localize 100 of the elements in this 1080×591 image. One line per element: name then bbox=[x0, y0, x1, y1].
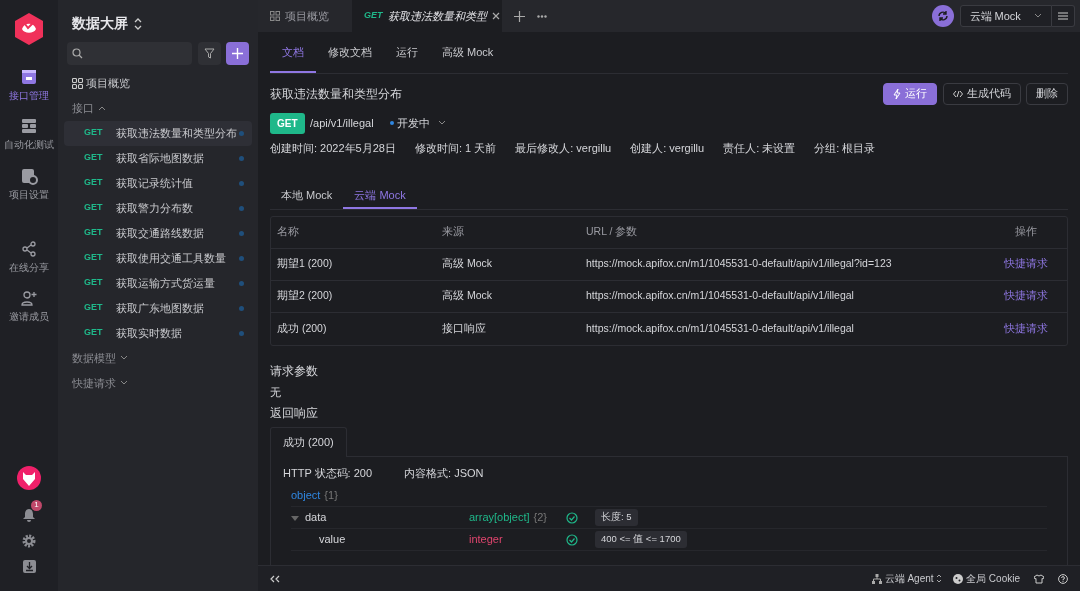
meta-info: 创建时间: 2022年5月28日 bbox=[270, 140, 396, 156]
add-button[interactable] bbox=[226, 42, 250, 65]
sync-icon[interactable] bbox=[932, 5, 954, 27]
method-label: GET bbox=[83, 301, 104, 315]
doc-tab[interactable]: 高级 Mock bbox=[430, 32, 506, 73]
generate-code-button[interactable]: 生成代码 bbox=[942, 82, 1021, 105]
check-circle-icon bbox=[566, 533, 578, 546]
meta-info: 责任人: 未设置 bbox=[723, 140, 796, 156]
page-tab[interactable]: GET 获取违法数量和类型 bbox=[352, 0, 502, 32]
network-icon bbox=[871, 573, 882, 584]
endpoint-name: 获取违法数量和类型分布 bbox=[116, 125, 237, 141]
endpoint-name: 获取警力分布数 bbox=[116, 200, 193, 216]
status-dot bbox=[239, 305, 244, 311]
lightning-icon bbox=[893, 88, 901, 99]
response-tab[interactable]: 成功 (200) bbox=[270, 427, 347, 457]
endpoint-item[interactable]: GET 获取交通路线数据 bbox=[64, 220, 252, 246]
section-heading: 请求参数 bbox=[270, 362, 319, 380]
params-value: 无 bbox=[270, 384, 282, 400]
delete-button[interactable]: 删除 bbox=[1026, 82, 1068, 105]
rail-nav-item[interactable]: 邀请成员 bbox=[9, 289, 49, 325]
rail-nav-item[interactable]: 在线分享 bbox=[9, 239, 49, 275]
download-icon[interactable] bbox=[22, 560, 36, 573]
close-icon[interactable] bbox=[491, 12, 500, 20]
fox-logo-icon[interactable] bbox=[17, 465, 41, 490]
rail-nav-item[interactable]: 自动化测试 bbox=[4, 117, 54, 153]
endpoint-item[interactable]: GET 获取省际地图数据 bbox=[64, 145, 252, 171]
plus-icon[interactable] bbox=[514, 10, 525, 22]
column-header: 名称 bbox=[276, 224, 300, 240]
group-header[interactable]: 接口 bbox=[64, 95, 252, 121]
endpoint-item[interactable]: GET 获取警力分布数 bbox=[64, 195, 252, 221]
field-name: object bbox=[291, 488, 321, 504]
rail-nav-item[interactable]: 项目设置 bbox=[9, 166, 49, 202]
menu-button[interactable] bbox=[1051, 5, 1075, 27]
endpoint-item[interactable]: GET 获取使用交通工具数量 bbox=[64, 245, 252, 271]
content-type-text: 内容格式: JSON bbox=[404, 465, 484, 481]
share-icon bbox=[20, 239, 38, 258]
method-label: GET bbox=[83, 201, 104, 215]
endpoint-item[interactable]: GET 获取运输方式货运量 bbox=[64, 270, 252, 296]
endpoint-name: 获取使用交通工具数量 bbox=[116, 250, 226, 266]
grid-icon bbox=[72, 77, 83, 89]
bell-icon[interactable] bbox=[22, 507, 36, 522]
constraint-tag: 长度: 5 bbox=[595, 509, 638, 526]
notification-badge: 1 bbox=[31, 499, 42, 511]
search-icon bbox=[72, 48, 84, 59]
endpoint-item[interactable]: GET 获取记录统计值 bbox=[64, 170, 252, 196]
status-select[interactable]: 开发中 bbox=[390, 114, 446, 132]
endpoint-item[interactable]: GET 获取实时数据 bbox=[64, 320, 252, 346]
table-cell-text: 期望2 (200) bbox=[276, 288, 334, 304]
chevron-down-icon bbox=[120, 380, 128, 386]
column-header: 操作 bbox=[1013, 224, 1038, 240]
add-user-icon bbox=[20, 289, 38, 307]
column-header: URL / 参数 bbox=[586, 224, 639, 240]
run-button[interactable]: 运行 bbox=[883, 82, 937, 105]
help-icon[interactable] bbox=[1058, 573, 1068, 584]
rail-nav-item[interactable]: 接口管理 bbox=[9, 68, 49, 104]
doc-tab[interactable]: 修改文档 bbox=[316, 32, 384, 73]
table-cell-text: 成功 (200) bbox=[276, 320, 328, 336]
meta-info: 分组: 根目录 bbox=[814, 140, 876, 156]
updown-caret-icon bbox=[936, 574, 943, 583]
doc-tab[interactable]: 文档 bbox=[270, 32, 316, 73]
field-type: array[object] bbox=[469, 510, 530, 526]
caret-down-icon[interactable] bbox=[291, 513, 299, 522]
chevron-down-icon bbox=[437, 120, 446, 126]
page-tab[interactable]: 项目概览 bbox=[258, 0, 352, 32]
field-type: integer bbox=[469, 532, 503, 548]
quick-request-link[interactable]: 快捷请求 bbox=[1003, 321, 1048, 334]
api-page-icon bbox=[20, 68, 38, 86]
cookie-button[interactable]: 全局 Cookie bbox=[953, 571, 1020, 586]
group-header[interactable]: 快捷请求 bbox=[64, 370, 252, 396]
filter-button[interactable] bbox=[197, 42, 221, 65]
meta-info: 最后修改人: vergillu bbox=[515, 140, 612, 156]
mock-tab[interactable]: 云端 Mock bbox=[343, 184, 417, 209]
collapse-icon[interactable] bbox=[270, 574, 280, 583]
quick-request-link[interactable]: 快捷请求 bbox=[1003, 257, 1048, 270]
environment-select[interactable]: 云端 Mock bbox=[959, 5, 1052, 27]
overview-link[interactable]: 项目概览 bbox=[64, 70, 252, 96]
shirt-icon[interactable] bbox=[1034, 573, 1044, 584]
quick-request-link[interactable]: 快捷请求 bbox=[1003, 289, 1048, 302]
method-label: GET bbox=[83, 326, 104, 340]
column-header: 来源 bbox=[442, 224, 465, 240]
group-header[interactable]: 数据模型 bbox=[64, 345, 252, 371]
method-label: GET bbox=[83, 276, 104, 290]
search-field[interactable] bbox=[66, 42, 193, 65]
doc-tab[interactable]: 运行 bbox=[384, 32, 430, 73]
project-title: 数据大屏 bbox=[72, 14, 128, 33]
table-cell-text: 高级 Mock bbox=[442, 288, 493, 304]
field-name: data bbox=[305, 510, 327, 526]
endpoint-item[interactable]: GET 获取违法数量和类型分布 bbox=[64, 120, 252, 146]
table-cell-text: https://mock.apifox.cn/m1/1045531-0-default/api/v1/illegal bbox=[586, 288, 855, 304]
updown-caret-icon[interactable] bbox=[133, 17, 142, 30]
endpoint-item[interactable]: GET 获取广东地图数据 bbox=[64, 295, 252, 321]
agent-select[interactable]: 云端 Agent bbox=[871, 571, 943, 586]
table-cell-text: 接口响应 bbox=[442, 320, 487, 336]
meta-info: 修改时间: 1 天前 bbox=[414, 140, 497, 156]
endpoint-name: 获取交通路线数据 bbox=[116, 225, 204, 241]
field-count: {2} bbox=[533, 510, 547, 526]
code-icon bbox=[952, 89, 963, 98]
more-icon[interactable] bbox=[537, 14, 547, 18]
mock-tab[interactable]: 本地 Mock bbox=[270, 184, 344, 209]
gear-icon[interactable] bbox=[22, 534, 36, 548]
